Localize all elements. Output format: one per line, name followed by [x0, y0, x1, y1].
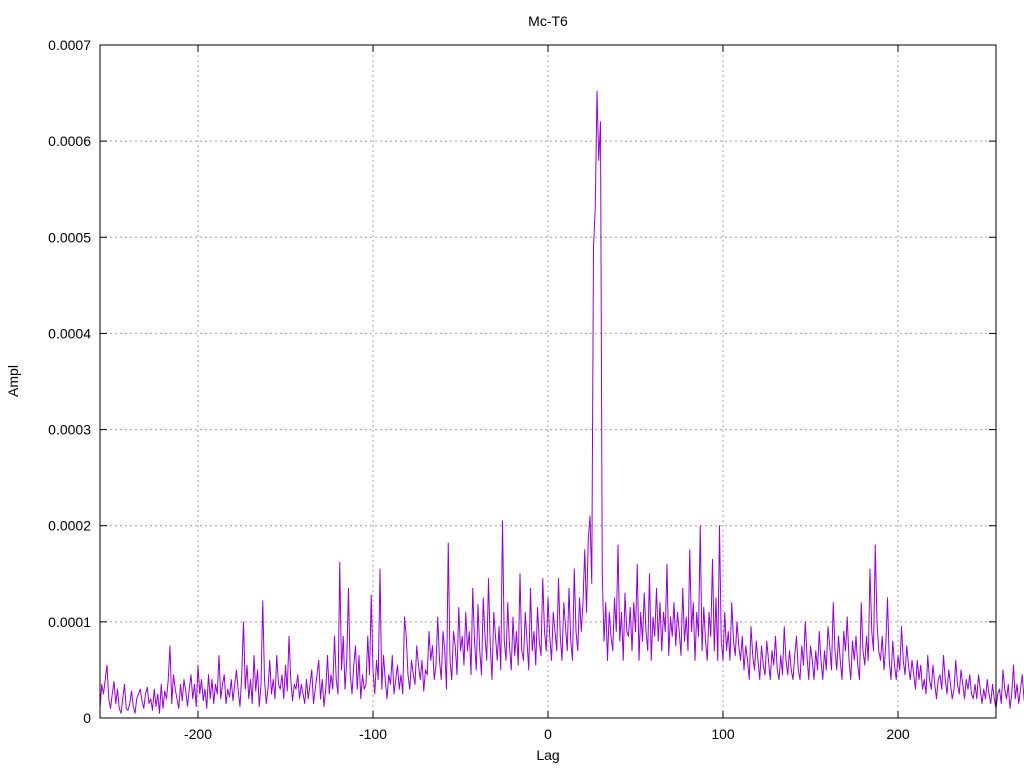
x-tick-label: 0 — [544, 726, 552, 742]
x-tick-label: 100 — [711, 726, 735, 742]
y-tick-label: 0.0003 — [48, 422, 91, 438]
y-axis-label: Ampl — [5, 365, 21, 397]
y-tick-label: 0.0004 — [48, 325, 91, 341]
x-tick-label: -200 — [184, 726, 212, 742]
y-tick-label: 0.0005 — [48, 229, 91, 245]
y-tick-label: 0.0006 — [48, 133, 91, 149]
x-axis-label: Lag — [536, 747, 559, 763]
x-tick-label: 200 — [886, 726, 910, 742]
y-tick-label: 0.0007 — [48, 37, 91, 53]
chart-title: Mc-T6 — [528, 13, 568, 29]
y-tick-label: 0.0002 — [48, 518, 91, 534]
autocorrelation-chart: -200 -100 0 100 200 0 0.0001 0.0002 0.0003 0.000… — [0, 0, 1024, 768]
y-tick-label: 0.0001 — [48, 614, 91, 630]
y-tick-label: 0 — [83, 710, 91, 726]
x-tick-label: -100 — [359, 726, 387, 742]
